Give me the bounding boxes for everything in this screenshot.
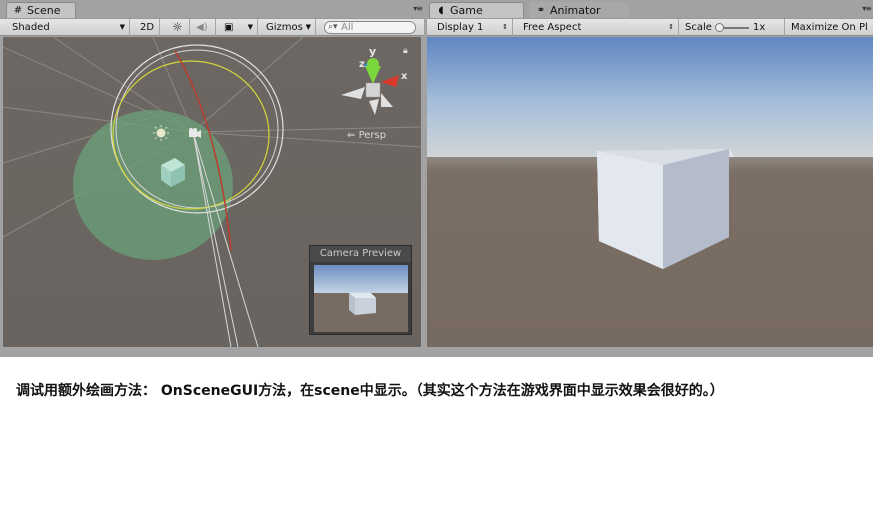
game-viewport[interactable] <box>427 37 873 347</box>
shading-mode-value: Shaded <box>12 22 50 33</box>
audio-toggle-button[interactable]: ◀) <box>190 19 216 36</box>
maximize-on-play-toggle[interactable]: Maximize On Pl <box>785 19 873 36</box>
aspect-value: Free Aspect <box>523 22 582 33</box>
chevron-down-icon: ▼ <box>305 23 311 31</box>
speaker-icon: ◀) <box>196 22 208 33</box>
scene-viewport[interactable]: y z x 🔒︎ ⇐ Persp Camera Preview <box>3 37 421 347</box>
axis-label-x: x <box>401 71 408 82</box>
game-canvas <box>427 37 873 347</box>
sky <box>427 37 873 159</box>
shading-mode-dropdown[interactable]: Shaded ▼ <box>6 19 130 36</box>
lighting-toggle-button[interactable]: ☼ <box>166 19 190 36</box>
scene-toolbar: Shaded ▼ 2D ☼ ◀) ▣ ▼ Gizmos ▼ ⌕▾ All <box>0 18 424 36</box>
updown-arrows-icon: ⇕ <box>502 23 508 31</box>
updown-arrows-icon: ⇕ <box>668 23 674 31</box>
toggle-2d-button[interactable]: 2D <box>134 19 160 36</box>
search-input[interactable]: ⌕▾ All <box>324 21 416 34</box>
scale-control: Scale 1x <box>679 19 785 36</box>
search-icon: ⌕▾ <box>328 22 338 32</box>
tab-animator[interactable]: ⚭ Animator <box>529 2 629 18</box>
game-panel: ◖ Game ⚭ Animator ▾≡ Display 1 ⇕ Free As… <box>427 0 873 350</box>
maximize-label: Maximize On Pl <box>791 22 868 33</box>
search-placeholder: All <box>341 22 354 33</box>
chevron-down-icon: ▼ <box>247 23 253 31</box>
display-value: Display 1 <box>437 22 484 33</box>
camera-preview-image <box>314 265 408 332</box>
unity-editor: # Scene ▾≡ Shaded ▼ 2D ☼ ◀) ▣ ▼ Gizmos ▼… <box>0 0 873 357</box>
gizmos-label: Gizmos <box>266 22 303 33</box>
axis-label-z: z <box>359 59 365 70</box>
game-tabbar: ◖ Game ⚭ Animator ▾≡ <box>427 0 873 18</box>
lock-icon[interactable]: 🔒︎ <box>403 46 408 56</box>
tab-scene-label: Scene <box>27 3 61 17</box>
tab-animator-label: Animator <box>550 3 601 17</box>
aspect-dropdown[interactable]: Free Aspect ⇕ <box>517 19 679 36</box>
camera-preview-title: Camera Preview <box>310 246 411 262</box>
panel-menu-icon[interactable]: ▾≡ <box>862 4 872 13</box>
chevron-down-icon: ▼ <box>119 23 125 31</box>
scale-slider-thumb[interactable] <box>715 23 724 32</box>
scene-panel: # Scene ▾≡ Shaded ▼ 2D ☼ ◀) ▣ ▼ Gizmos ▼… <box>0 0 424 350</box>
scale-label: Scale <box>685 22 712 33</box>
persp-arrow-icon: ⇐ <box>347 130 356 141</box>
tab-game-label: Game <box>450 3 483 17</box>
toggle-2d-label: 2D <box>140 22 155 33</box>
axis-label-y: y <box>369 45 376 58</box>
image-icon: ▣ <box>224 22 234 33</box>
scene-tabbar: # Scene ▾≡ <box>0 0 424 18</box>
display-dropdown[interactable]: Display 1 ⇕ <box>431 19 513 36</box>
sun-icon: ☼ <box>172 20 183 34</box>
effects-dropdown[interactable]: ▣ ▼ <box>218 19 258 36</box>
scale-slider[interactable] <box>715 23 749 32</box>
game-toolbar: Display 1 ⇕ Free Aspect ⇕ Scale 1x Maxim… <box>427 18 873 36</box>
animator-icon: ⚭ <box>536 4 546 16</box>
camera-preview: Camera Preview <box>309 245 412 335</box>
projection-toggle[interactable]: ⇐ Persp <box>347 130 386 141</box>
grid-icon: # <box>13 4 23 16</box>
tab-game[interactable]: ◖ Game <box>429 2 524 18</box>
gizmos-dropdown[interactable]: Gizmos ▼ <box>260 19 316 36</box>
panel-menu-icon[interactable]: ▾≡ <box>413 4 423 13</box>
projection-label: Persp <box>358 130 387 141</box>
tab-scene[interactable]: # Scene <box>6 2 76 18</box>
pacman-icon: ◖ <box>438 4 444 16</box>
scale-value: 1x <box>753 22 766 33</box>
caption-text: 调试用额外绘画方法： OnSceneGUI方法，在scene中显示。（其实这个方… <box>16 383 724 399</box>
